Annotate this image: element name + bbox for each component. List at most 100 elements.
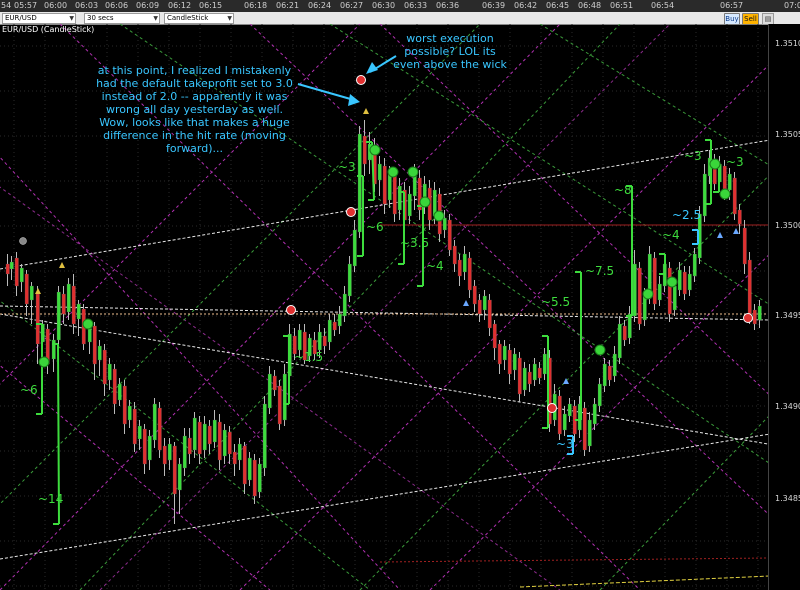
- candle-body: [187, 437, 192, 455]
- trade-label: ~3: [338, 160, 356, 174]
- time-label: 06:36: [436, 1, 460, 10]
- candle-body: [257, 463, 262, 493]
- chevron-down-icon[interactable]: ▼: [153, 14, 158, 23]
- candle: [497, 340, 502, 374]
- candle-body: [102, 349, 107, 385]
- chart-title: EUR/USD (CandleStick): [2, 25, 95, 34]
- entry-marker: [743, 313, 753, 323]
- candle: [637, 262, 642, 330]
- trade-label: ~4: [426, 259, 444, 273]
- candle-body: [347, 263, 352, 297]
- price-axis: 1.3510 1.3505 1.3500 1.3495 1.3490 1.348…: [768, 24, 800, 590]
- candle: [482, 290, 487, 320]
- candle-body: [397, 185, 402, 211]
- trading-platform-window: 54 05:57 06:00 06:03 06:06 06:09 06:12 0…: [0, 0, 800, 590]
- interval-select[interactable]: 30 secs ▼: [84, 13, 160, 24]
- candle: [127, 400, 132, 428]
- signal-triangle: [35, 288, 41, 294]
- candle: [582, 402, 587, 456]
- annotation-arrows: [297, 55, 397, 106]
- candle-body: [56, 291, 61, 341]
- candle: [172, 442, 177, 524]
- candle-body: [272, 375, 277, 391]
- time-label: 07:0: [784, 1, 800, 10]
- candle: [562, 406, 567, 436]
- candle-body: [76, 303, 81, 320]
- candle: [362, 120, 367, 176]
- candle-body: [297, 329, 302, 351]
- trade-label: ~8: [614, 183, 632, 197]
- candle-body: [192, 417, 197, 451]
- time-label: 06:45: [546, 1, 570, 10]
- time-label: 06:00: [44, 1, 68, 10]
- price-tick: 1.3500: [775, 221, 800, 230]
- candle-body: [562, 413, 567, 431]
- take-profit-marker: [709, 158, 721, 170]
- candle: [467, 252, 472, 298]
- candle-body: [262, 403, 267, 469]
- candle: [24, 270, 29, 316]
- candle-body: [207, 425, 212, 445]
- candle: [407, 186, 412, 224]
- chart-style-value: CandleStick: [167, 14, 209, 22]
- candle: [97, 340, 102, 376]
- candle: [237, 438, 242, 470]
- take-profit-marker: [719, 188, 731, 200]
- candle: [222, 424, 227, 464]
- candle-body: [472, 285, 477, 305]
- candle-body: [557, 395, 562, 435]
- candle: [507, 344, 512, 384]
- fan-line: [0, 186, 561, 590]
- candle-body: [61, 293, 66, 315]
- candle: [602, 358, 607, 392]
- candle-body: [217, 421, 222, 461]
- candle-body: [137, 425, 142, 440]
- candle-body: [242, 445, 247, 485]
- candle: [357, 126, 362, 238]
- take-profit-marker: [666, 276, 678, 288]
- candle: [617, 316, 622, 364]
- candle: [522, 362, 527, 396]
- candle-body: [167, 443, 172, 461]
- candle: [61, 286, 66, 324]
- candle-body: [71, 285, 76, 325]
- candle: [257, 458, 262, 498]
- candle-body: [317, 331, 322, 351]
- candle-body: [182, 435, 187, 469]
- chevron-down-icon[interactable]: ▼: [69, 14, 74, 23]
- candle: [142, 424, 147, 474]
- trade-label: ~3.5: [400, 236, 430, 250]
- candle-body: [637, 267, 642, 325]
- candle-body: [567, 403, 572, 417]
- candle-body: [522, 367, 527, 391]
- candle: [462, 246, 467, 280]
- time-label: 06:18: [244, 1, 268, 10]
- takeprofit-note: at this point, I realized I mistakenly h…: [96, 64, 293, 155]
- candle-body: [467, 257, 472, 291]
- candle: [217, 414, 222, 470]
- candle: [492, 320, 497, 360]
- candle-body: [252, 459, 257, 497]
- candle: [157, 402, 162, 458]
- time-label: 06:42: [514, 1, 538, 10]
- candle: [92, 322, 97, 380]
- candle-body: [442, 217, 447, 231]
- arrow-head: [348, 94, 360, 106]
- trade-label: ~3: [556, 437, 574, 451]
- candle: [267, 366, 272, 414]
- candle: [71, 274, 76, 334]
- candle-body: [352, 229, 357, 267]
- symbol-select[interactable]: EUR/USD ▼: [2, 13, 76, 24]
- trade-label: ~3: [684, 149, 702, 163]
- candle-body: [202, 423, 207, 451]
- candle: [542, 348, 547, 380]
- candle: [342, 286, 347, 322]
- candle: [382, 158, 387, 214]
- candle: [332, 314, 337, 336]
- price-tick: 1.3495: [775, 311, 800, 320]
- take-profit-marker: [642, 288, 654, 300]
- candle: [622, 320, 627, 346]
- chevron-down-icon[interactable]: ▼: [227, 14, 232, 23]
- candle-body: [197, 421, 202, 455]
- chart-style-select[interactable]: CandleStick ▼: [164, 13, 234, 24]
